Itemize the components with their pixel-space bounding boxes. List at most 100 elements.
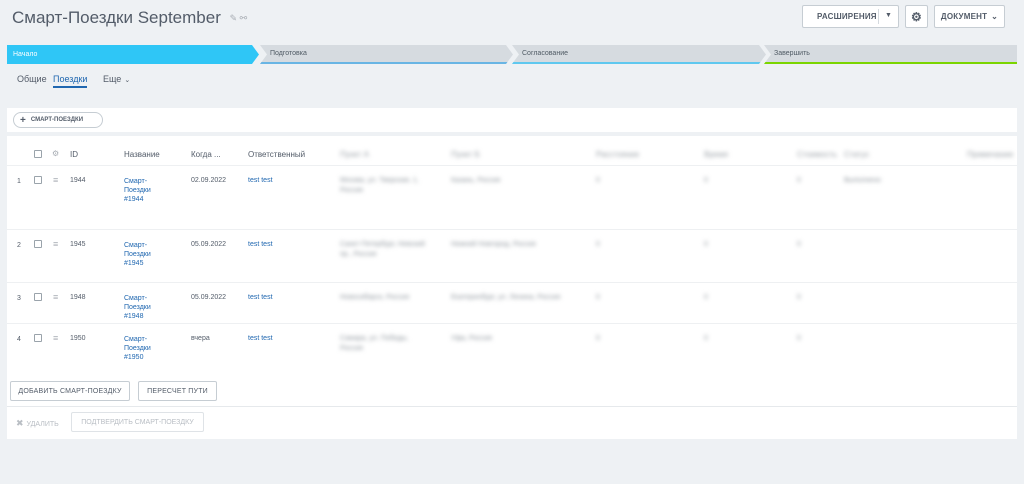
close-icon: ✖: [16, 418, 24, 428]
add-smart-trip-button[interactable]: + СМАРТ-ПОЕЗДКИ: [13, 112, 103, 128]
tab-more[interactable]: Еще ⌄: [103, 74, 130, 84]
row-id: 1945: [70, 241, 86, 248]
row-point-b: Екатеринбург, ул. Ленина, Россия: [451, 294, 561, 301]
column-header-when[interactable]: Когда ...: [191, 150, 221, 159]
row-point-b: Уфа, Россия: [451, 335, 492, 342]
row-status: Выполнено: [844, 177, 881, 184]
extensions-label: РАСШИРЕНИЯ: [817, 12, 877, 21]
row-responsible-link[interactable]: test test: [248, 241, 273, 248]
trips-table: ⚙ ID Название Когда ... Ответственный Пу…: [7, 136, 1017, 439]
button-separator: [878, 9, 879, 24]
row-point-a: Москва, ул. Тверская, 1, Россия: [340, 177, 419, 194]
row-name-link[interactable]: Смарт-Поездки #1950: [124, 335, 164, 362]
row-time: 0: [704, 335, 708, 342]
column-header-id[interactable]: ID: [70, 150, 78, 159]
row-cost: 0: [797, 294, 801, 301]
drag-handle-icon[interactable]: ≡: [53, 334, 58, 343]
table-row[interactable]: 4 ≡ 1950 Смарт-Поездки #1950 вчера test …: [7, 324, 1017, 376]
delete-label: УДАЛИТЬ: [26, 421, 59, 428]
row-distance: 0: [596, 294, 600, 301]
row-cost: 0: [797, 241, 801, 248]
stage-preparation[interactable]: Подготовка: [260, 45, 513, 64]
edit-pencil-icon[interactable]: ✎ ⚯: [230, 13, 248, 24]
gear-icon[interactable]: ⚙: [52, 149, 59, 158]
row-name-link[interactable]: Смарт-Поездки #1948: [124, 294, 164, 321]
row-responsible-link[interactable]: test test: [248, 294, 273, 301]
column-header-note[interactable]: Примечание: [967, 150, 1013, 159]
row-point-a: Новосибирск, Россия: [340, 294, 410, 301]
row-checkbox[interactable]: [34, 334, 42, 342]
add-smart-trip-bottom-button[interactable]: ДОБАВИТЬ СМАРТ-ПОЕЗДКУ: [10, 381, 130, 401]
row-distance: 0: [596, 241, 600, 248]
row-responsible-link[interactable]: test test: [248, 335, 273, 342]
row-checkbox[interactable]: [34, 293, 42, 301]
stage-finish[interactable]: Завершить: [764, 45, 1017, 64]
delete-button[interactable]: ✖ УДАЛИТЬ: [16, 418, 59, 429]
chevron-down-icon: ⌄: [124, 77, 131, 84]
stage-bar: Начало Подготовка Согласование Завершить: [7, 45, 1017, 64]
row-time: 0: [704, 294, 708, 301]
extensions-button[interactable]: РАСШИРЕНИЯ ▼: [802, 5, 899, 28]
chevron-down-icon[interactable]: ▼: [885, 12, 892, 19]
row-when: вчера: [191, 335, 210, 342]
row-id: 1950: [70, 335, 86, 342]
row-point-b: Нижний Новгород, Россия: [451, 241, 536, 248]
row-point-a: Санкт-Петербург, Невский пр., Россия: [340, 241, 425, 258]
document-label: ДОКУМЕНТ: [940, 12, 988, 21]
row-when: 05.09.2022: [191, 294, 227, 301]
row-number: 4: [17, 336, 21, 343]
column-header-responsible[interactable]: Ответственный: [248, 150, 305, 159]
page-title: Смарт-Поездки September ✎ ⚯: [12, 8, 247, 28]
row-name-link[interactable]: Смарт-Поездки #1945: [124, 241, 164, 268]
row-when: 05.09.2022: [191, 241, 227, 248]
tab-trips[interactable]: Поездки: [53, 74, 88, 88]
column-header-name[interactable]: Название: [124, 150, 160, 159]
row-time: 0: [704, 241, 708, 248]
column-header-cost[interactable]: Стоимость: [797, 150, 837, 159]
row-distance: 0: [596, 335, 600, 342]
row-when: 02.09.2022: [191, 177, 227, 184]
row-id: 1948: [70, 294, 86, 301]
row-id: 1944: [70, 177, 86, 184]
gear-icon: ⚙: [911, 9, 922, 24]
page-title-text: Смарт-Поездки September: [12, 8, 221, 27]
column-header-distance[interactable]: Расстояние: [596, 150, 639, 159]
row-time: 0: [704, 177, 708, 184]
confirm-smart-trip-button[interactable]: ПОДТВЕРДИТЬ СМАРТ-ПОЕЗДКУ: [71, 412, 204, 432]
add-smart-trip-label: СМАРТ-ПОЕЗДКИ: [30, 117, 84, 123]
row-number: 1: [17, 178, 21, 185]
row-number: 3: [17, 295, 21, 302]
table-row[interactable]: 1 ≡ 1944 Смарт-Поездки #1944 02.09.2022 …: [7, 166, 1017, 230]
row-point-a: Самара, ул. Победы, Россия: [340, 335, 409, 352]
plus-icon: +: [20, 114, 26, 126]
select-all-checkbox[interactable]: [34, 150, 42, 158]
column-header-point-b[interactable]: Пункт Б: [451, 150, 480, 159]
column-header-point-a[interactable]: Пункт А: [340, 150, 369, 159]
stage-start[interactable]: Начало: [7, 45, 259, 64]
drag-handle-icon[interactable]: ≡: [53, 176, 58, 185]
chevron-down-icon: ⌄: [991, 12, 999, 21]
row-point-b: Казань, Россия: [451, 177, 501, 184]
tab-general[interactable]: Общие: [17, 74, 47, 84]
drag-handle-icon[interactable]: ≡: [53, 240, 58, 249]
row-checkbox[interactable]: [34, 176, 42, 184]
page-header: Смарт-Поездки September ✎ ⚯ РАСШИРЕНИЯ ▼…: [0, 0, 1024, 40]
document-button[interactable]: ДОКУМЕНТ ⌄: [934, 5, 1005, 28]
list-toolbar: + СМАРТ-ПОЕЗДКИ: [7, 108, 1017, 132]
settings-button[interactable]: ⚙: [905, 5, 928, 28]
row-number: 2: [17, 242, 21, 249]
drag-handle-icon[interactable]: ≡: [53, 293, 58, 302]
row-cost: 0: [797, 177, 801, 184]
footer-divider: [7, 406, 1017, 407]
table-row[interactable]: 3 ≡ 1948 Смарт-Поездки #1948 05.09.2022 …: [7, 283, 1017, 324]
row-responsible-link[interactable]: test test: [248, 177, 273, 184]
row-name-link[interactable]: Смарт-Поездки #1944: [124, 177, 164, 204]
row-cost: 0: [797, 335, 801, 342]
column-header-status[interactable]: Статус: [844, 150, 869, 159]
recalculate-route-button[interactable]: ПЕРЕСЧЕТ ПУТИ: [138, 381, 217, 401]
table-row[interactable]: 2 ≡ 1945 Смарт-Поездки #1945 05.09.2022 …: [7, 230, 1017, 283]
column-header-time[interactable]: Время: [704, 150, 728, 159]
stage-approval[interactable]: Согласование: [512, 45, 766, 64]
row-checkbox[interactable]: [34, 240, 42, 248]
tab-more-label: Еще: [103, 74, 122, 84]
